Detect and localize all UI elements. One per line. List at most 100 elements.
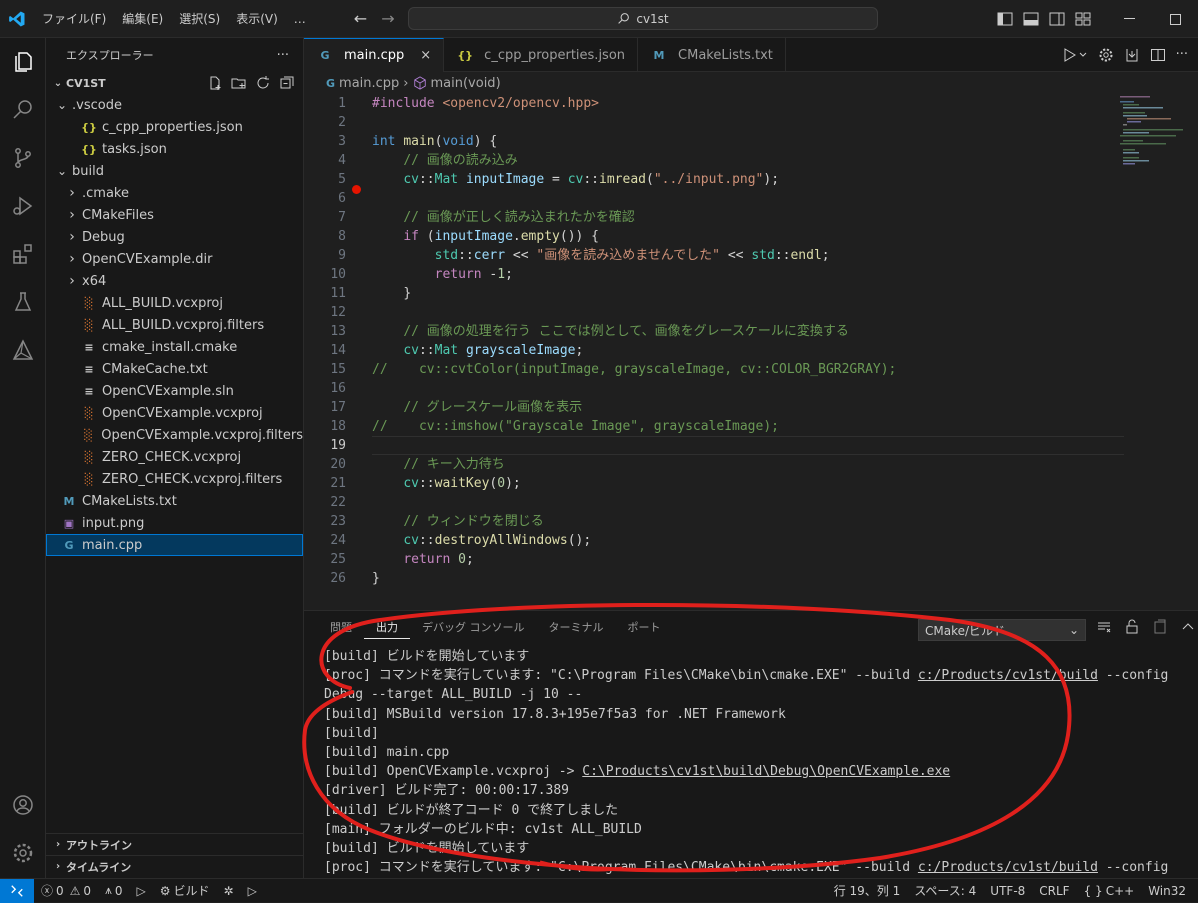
breakpoint-icon[interactable]: [352, 184, 361, 194]
customize-layout-icon[interactable]: [1070, 12, 1096, 26]
menu-file[interactable]: ファイル(F): [34, 0, 114, 38]
indentation[interactable]: スペース: 4: [907, 882, 983, 899]
language-mode[interactable]: { } C++: [1077, 882, 1142, 899]
line-number: 9: [338, 248, 346, 263]
tab-c-cpp-properties[interactable]: {} c_cpp_properties.json: [444, 38, 639, 72]
minimap[interactable]: [1118, 94, 1188, 194]
tree-item[interactable]: ⌄ .vscode: [46, 94, 303, 116]
compare-icon[interactable]: [1124, 47, 1140, 63]
settings-gear-icon[interactable]: [1098, 47, 1114, 63]
tree-item[interactable]: Gmain.cpp: [46, 534, 303, 556]
breadcrumb-symbol[interactable]: main(void): [431, 76, 501, 91]
platform[interactable]: Win32: [1141, 882, 1198, 899]
run-status[interactable]: ▷: [241, 884, 264, 898]
ports-status[interactable]: ⩚ 0: [98, 883, 129, 898]
tree-item[interactable]: › x64: [46, 270, 303, 292]
menu-more[interactable]: …: [286, 0, 314, 38]
tree-item[interactable]: ≡ CMakeCache.txt: [46, 358, 303, 380]
menu-view[interactable]: 表示(V): [228, 0, 286, 38]
tree-item[interactable]: › .cmake: [46, 182, 303, 204]
tab-problems[interactable]: 問題: [318, 611, 364, 645]
tree-item-label: OpenCVExample.sln: [102, 383, 234, 399]
output-log[interactable]: [build] ビルドを開始しています [proc] コマンドを実行しています: …: [324, 647, 1190, 877]
new-folder-icon[interactable]: [231, 75, 247, 91]
tree-item[interactable]: ░ ALL_BUILD.vcxproj.filters: [46, 314, 303, 336]
output-channel-select[interactable]: CMake/ビルド ⌄: [918, 619, 1086, 641]
debug-bug-status[interactable]: ✲: [217, 884, 241, 898]
toggle-secondary-sidebar-icon[interactable]: [1044, 12, 1070, 26]
clear-output-icon[interactable]: [1096, 619, 1112, 635]
explorer-icon[interactable]: [0, 38, 46, 86]
chevron-up-icon[interactable]: [1180, 619, 1196, 635]
command-center-search[interactable]: cv1st: [408, 7, 878, 30]
run-debug-dropdown-icon[interactable]: [1062, 47, 1088, 63]
tree-item[interactable]: ⌄ build: [46, 160, 303, 182]
code-editor[interactable]: 1 #include <opencv2/opencv.hpp> 2 3 int ma…: [304, 94, 1124, 588]
tree-item[interactable]: ░ ZERO_CHECK.vcxproj.filters: [46, 468, 303, 490]
end-of-line[interactable]: CRLF: [1032, 882, 1076, 899]
tab-cmakelists[interactable]: M CMakeLists.txt: [638, 38, 786, 72]
launch-debug-status[interactable]: ▷: [129, 884, 152, 898]
editor-more-icon[interactable]: ···: [1176, 47, 1188, 62]
output-path-link[interactable]: C:\Products\cv1st\build\Debug\OpenCVExam…: [582, 764, 950, 779]
tree-item[interactable]: › Debug: [46, 226, 303, 248]
forward-arrow-icon[interactable]: →: [381, 9, 394, 28]
settings-gear-icon[interactable]: [0, 829, 46, 877]
tree-item[interactable]: ░ OpenCVExample.vcxproj: [46, 402, 303, 424]
extensions-icon[interactable]: [0, 230, 46, 278]
breadcrumb-file[interactable]: main.cpp: [339, 76, 399, 91]
tree-item[interactable]: {} c_cpp_properties.json: [46, 116, 303, 138]
project-section-header[interactable]: ⌄ CV1ST: [46, 72, 303, 94]
search-icon[interactable]: [0, 86, 46, 134]
back-arrow-icon[interactable]: ←: [354, 9, 367, 28]
new-file-icon[interactable]: [207, 75, 223, 91]
output-path-link[interactable]: c:/Products/cv1st/build: [918, 860, 1098, 875]
menu-selection[interactable]: 選択(S): [171, 0, 228, 38]
lock-scroll-icon[interactable]: [1124, 619, 1140, 635]
tab-output[interactable]: 出力: [364, 617, 410, 639]
toggle-panel-icon[interactable]: [1018, 12, 1044, 26]
tree-item[interactable]: › OpenCVExample.dir: [46, 248, 303, 270]
msbuild-file-icon: ░: [84, 450, 94, 464]
outline-section[interactable]: › アウトライン: [46, 833, 304, 855]
close-icon[interactable]: ×: [420, 48, 431, 63]
run-debug-icon[interactable]: [0, 182, 46, 230]
minimize-icon[interactable]: [1106, 0, 1152, 38]
cmake-build-status[interactable]: ⚙ ビルド: [153, 882, 217, 899]
testing-flask-icon[interactable]: [0, 278, 46, 326]
open-in-editor-icon[interactable]: [1152, 619, 1168, 635]
output-path-link[interactable]: c:/Products/cv1st/build: [918, 668, 1098, 683]
account-icon[interactable]: [0, 781, 46, 829]
msbuild-file-icon: ░: [84, 472, 94, 486]
problems-status[interactable]: ⓧ 0 ⚠ 0: [34, 882, 98, 899]
tree-item[interactable]: ░ ALL_BUILD.vcxproj: [46, 292, 303, 314]
tab-main-cpp[interactable]: G main.cpp ×: [304, 38, 445, 72]
tree-item[interactable]: M CMakeLists.txt: [46, 490, 303, 512]
tree-item[interactable]: ░ ZERO_CHECK.vcxproj: [46, 446, 303, 468]
text-file-icon: ≡: [84, 340, 94, 354]
collapse-all-icon[interactable]: [279, 75, 295, 91]
tree-item[interactable]: › CMakeFiles: [46, 204, 303, 226]
tab-terminal[interactable]: ターミナル: [537, 611, 616, 645]
tree-item[interactable]: ≡ OpenCVExample.sln: [46, 380, 303, 402]
explorer-more-icon[interactable]: ···: [277, 48, 289, 63]
source-control-icon[interactable]: [0, 134, 46, 182]
cmake-icon[interactable]: [0, 326, 46, 374]
tree-item[interactable]: ░ OpenCVExample.vcxproj.filters: [46, 424, 303, 446]
cursor-position[interactable]: 行 19、列 1: [827, 882, 908, 899]
split-editor-icon[interactable]: [1150, 47, 1166, 63]
maximize-icon[interactable]: [1152, 0, 1198, 38]
menu-edit[interactable]: 編集(E): [114, 0, 171, 38]
code-comment: // グレースケール画像を表示: [403, 400, 583, 415]
encoding[interactable]: UTF-8: [983, 882, 1032, 899]
tab-ports[interactable]: ポート: [616, 611, 673, 645]
timeline-section[interactable]: › タイムライン: [46, 855, 304, 877]
toggle-sidebar-icon[interactable]: [992, 12, 1018, 26]
tree-item[interactable]: {} tasks.json: [46, 138, 303, 160]
refresh-icon[interactable]: [255, 75, 271, 91]
tree-item[interactable]: ▣ input.png: [46, 512, 303, 534]
tab-label: main.cpp: [344, 48, 405, 63]
tree-item[interactable]: ≡ cmake_install.cmake: [46, 336, 303, 358]
tab-debug-console[interactable]: デバッグ コンソール: [410, 611, 537, 645]
remote-icon[interactable]: [0, 878, 34, 903]
